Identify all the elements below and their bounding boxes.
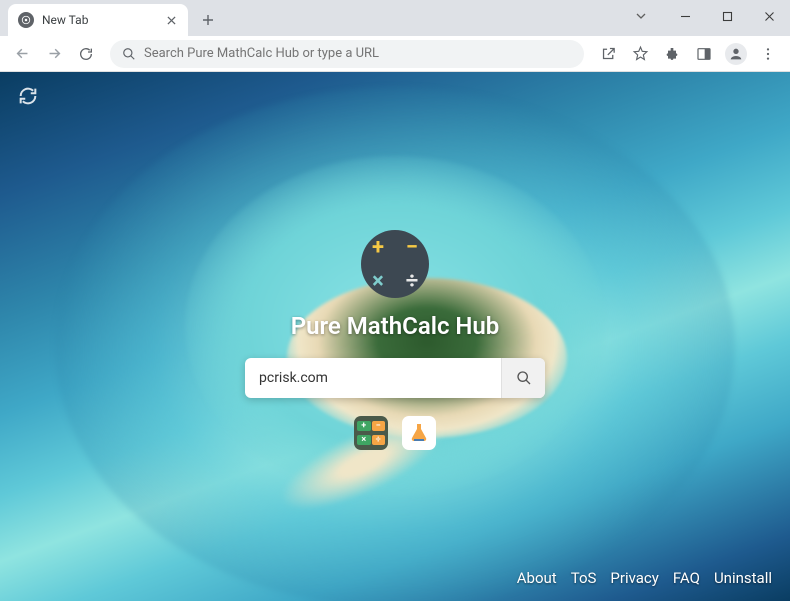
tab-strip: New Tab bbox=[0, 0, 790, 36]
profile-button[interactable] bbox=[722, 40, 750, 68]
search-icon bbox=[122, 47, 136, 61]
shortcut-calculator[interactable]: +−×÷ bbox=[354, 416, 388, 450]
brand-logo: + − × ÷ bbox=[361, 230, 429, 298]
page-search-input[interactable] bbox=[245, 370, 501, 386]
shortcuts-row: +−×÷ bbox=[354, 416, 436, 450]
sidepanel-icon[interactable] bbox=[690, 40, 718, 68]
extensions-icon[interactable] bbox=[658, 40, 686, 68]
minimize-button[interactable] bbox=[664, 2, 706, 30]
close-icon[interactable] bbox=[164, 13, 178, 27]
address-bar[interactable] bbox=[110, 40, 584, 68]
share-icon[interactable] bbox=[594, 40, 622, 68]
tab-new-tab[interactable]: New Tab bbox=[8, 4, 188, 36]
back-button[interactable] bbox=[8, 40, 36, 68]
forward-button[interactable] bbox=[40, 40, 68, 68]
reload-button[interactable] bbox=[72, 40, 100, 68]
divide-icon: ÷ bbox=[406, 269, 419, 294]
page-search-bar bbox=[245, 358, 545, 398]
menu-icon[interactable] bbox=[754, 40, 782, 68]
window-controls bbox=[624, 0, 790, 32]
brand-title: Pure MathCalc Hub bbox=[291, 312, 500, 340]
page-search-button[interactable] bbox=[501, 358, 545, 398]
chevron-down-icon[interactable] bbox=[624, 2, 658, 30]
shortcut-lab[interactable] bbox=[402, 416, 436, 450]
footer-link-uninstall[interactable]: Uninstall bbox=[714, 569, 772, 587]
tab-title: New Tab bbox=[42, 13, 156, 27]
footer-link-faq[interactable]: FAQ bbox=[673, 569, 700, 587]
tab-favicon bbox=[18, 12, 34, 28]
minus-icon: − bbox=[406, 235, 418, 260]
footer-links: About ToS Privacy FAQ Uninstall bbox=[517, 569, 772, 587]
maximize-button[interactable] bbox=[706, 2, 748, 30]
page-refresh-icon[interactable] bbox=[16, 84, 40, 108]
footer-link-about[interactable]: About bbox=[517, 569, 557, 587]
new-tab-button[interactable] bbox=[194, 6, 222, 34]
page-content: + − × ÷ Pure MathCalc Hub +−×÷ bbox=[0, 72, 790, 601]
avatar-icon bbox=[725, 43, 747, 65]
plus-icon: + bbox=[372, 235, 384, 260]
center-widget: + − × ÷ Pure MathCalc Hub +−×÷ bbox=[215, 72, 575, 450]
times-icon: × bbox=[372, 269, 384, 294]
footer-link-privacy[interactable]: Privacy bbox=[610, 569, 658, 587]
bookmark-icon[interactable] bbox=[626, 40, 654, 68]
browser-toolbar bbox=[0, 36, 790, 72]
footer-link-tos[interactable]: ToS bbox=[571, 569, 597, 587]
close-window-button[interactable] bbox=[748, 2, 790, 30]
omnibox-input[interactable] bbox=[144, 46, 572, 61]
browser-window: New Tab bbox=[0, 0, 790, 601]
